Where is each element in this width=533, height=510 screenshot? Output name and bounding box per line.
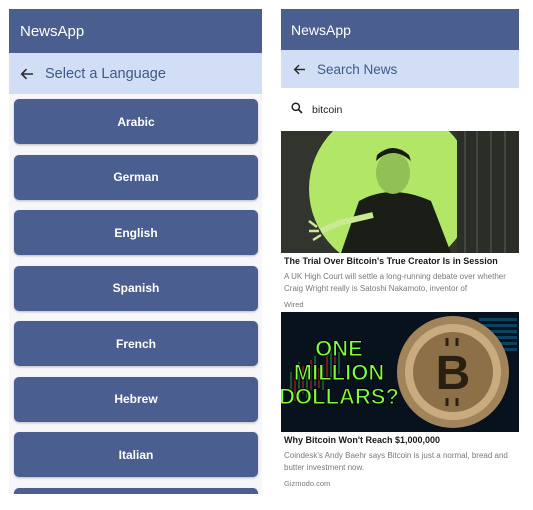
app-title: NewsApp [291, 21, 351, 38]
image-text-one: ONE [315, 336, 363, 361]
language-button-arabic[interactable]: Arabic [14, 99, 258, 144]
language-button-hebrew[interactable]: Hebrew [14, 376, 258, 422]
article-image [281, 131, 519, 253]
subheader-title: Search News [317, 61, 398, 77]
language-subheader: Select a Language [9, 53, 262, 94]
language-button-english[interactable]: English [14, 210, 258, 255]
search-icon [291, 102, 312, 117]
article-description: Coindesk's Andy Baehr says Bitcoin is ju… [284, 451, 508, 472]
back-arrow-icon[interactable] [9, 68, 45, 80]
image-text-dollars: DOLLARS? [281, 384, 399, 409]
language-button-french[interactable]: French [14, 321, 258, 366]
article-title: The Trial Over Bitcoin's True Creator Is… [284, 256, 498, 266]
search-screen: NewsApp Search News bitcoin The Trial Ov… [281, 9, 519, 494]
app-title: NewsApp [20, 22, 85, 40]
subheader-title: Select a Language [45, 65, 166, 82]
app-bar: NewsApp [9, 9, 262, 53]
search-input[interactable]: bitcoin [312, 104, 342, 116]
app-bar: NewsApp [281, 9, 519, 50]
article-card[interactable]: The Trial Over Bitcoin's True Creator Is… [281, 131, 519, 312]
article-source: Gizmodo.com [284, 479, 331, 488]
article-description: A UK High Court will settle a long-runni… [284, 272, 506, 293]
article-title: Why Bitcoin Won't Reach $1,000,000 [284, 435, 441, 445]
language-list: Arabic German English Spanish French Heb… [9, 94, 262, 494]
search-subheader: Search News [281, 50, 519, 88]
image-text-million: MILLION [294, 360, 384, 385]
language-button-german[interactable]: German [14, 154, 258, 200]
language-button-spanish[interactable]: Spanish [14, 265, 258, 311]
article-source: Wired [284, 300, 304, 309]
language-button-italian[interactable]: Italian [14, 432, 258, 477]
language-screen: NewsApp Select a Language Arabic German … [9, 9, 262, 494]
search-bar[interactable]: bitcoin [281, 88, 519, 131]
svg-text:B: B [436, 347, 471, 400]
back-arrow-icon[interactable] [281, 64, 317, 75]
article-image: B ONE MILLION DOLLARS? [281, 312, 519, 432]
language-button-partial[interactable] [14, 487, 258, 494]
article-card[interactable]: B ONE MILLION DOLLARS? Why Bitcoin Won't… [281, 312, 519, 491]
